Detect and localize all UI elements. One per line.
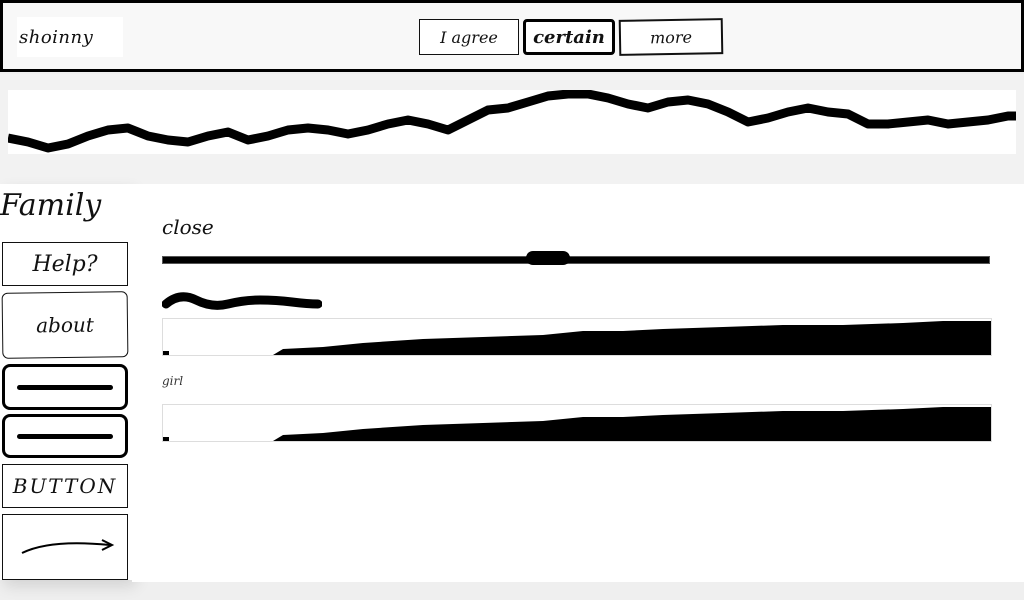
sidebar-item-line-1[interactable]: [2, 364, 128, 410]
more-button[interactable]: more: [618, 18, 724, 56]
activity-graph-1: [162, 318, 992, 356]
help-button[interactable]: Help?: [2, 242, 128, 286]
certain-button[interactable]: certain: [523, 19, 615, 55]
sidebar-title: Family: [0, 188, 102, 223]
agree-button-label: I agree: [440, 27, 498, 47]
slider-thumb[interactable]: [526, 251, 570, 265]
banner-strip: [0, 74, 1024, 184]
header-button-group: I agree certain more: [419, 17, 724, 57]
banner-wave-graphic: [7, 89, 1016, 153]
slider-track: [162, 256, 990, 264]
arrow-icon: [21, 539, 115, 554]
logo[interactable]: shoinny: [17, 17, 123, 57]
sidebar-button-label: BUTTON: [12, 474, 118, 498]
area-graph-1: [163, 321, 991, 355]
girl-label: girl: [162, 374, 184, 388]
sidebar-item-arrow[interactable]: [2, 514, 128, 580]
sidebar: Family Help? about BUTTON: [0, 184, 132, 580]
value-slider[interactable]: [162, 249, 992, 269]
certain-button-label: certain: [533, 26, 605, 48]
sidebar-item-line-2[interactable]: [2, 414, 128, 458]
sidebar-button[interactable]: BUTTON: [2, 464, 128, 508]
area-graph-2: [163, 407, 991, 441]
banner-graph: [7, 89, 1016, 154]
squiggle-heading: [162, 292, 322, 310]
help-button-label: Help?: [32, 251, 98, 277]
line-icon: [17, 384, 113, 390]
logo-text: shoinny: [19, 26, 94, 48]
top-bar: shoinny I agree certain more: [0, 0, 1024, 72]
line-icon: [17, 433, 113, 439]
more-button-label: more: [649, 27, 693, 47]
main-panel: close girl: [132, 184, 1024, 582]
close-label: close: [162, 214, 288, 240]
about-button[interactable]: about: [1, 291, 129, 359]
activity-graph-2: [162, 404, 992, 442]
about-button-label: about: [36, 312, 94, 338]
agree-button[interactable]: I agree: [419, 19, 519, 55]
